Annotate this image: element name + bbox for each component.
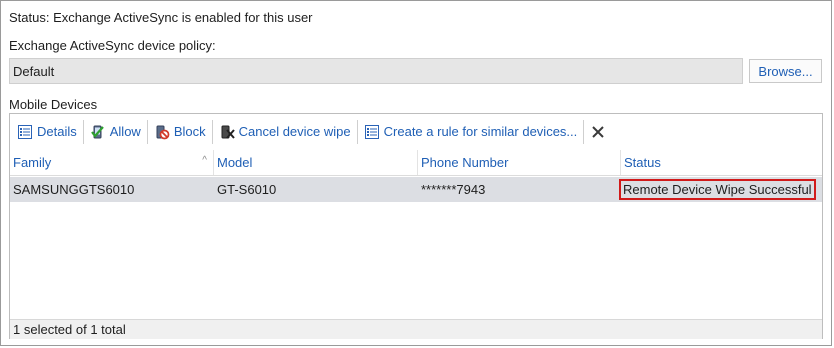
create-rule-label: Create a rule for similar devices... [383,124,578,139]
status-badge: Remote Device Wipe Successful [619,179,816,200]
cell-phone-number: *******7943 [421,182,486,197]
column-header-phone-number[interactable]: Phone Number [418,150,621,175]
column-header-label: Family [13,155,52,170]
column-header-label: Model [217,155,253,170]
allow-phone-icon [90,124,106,140]
cancel-wipe-label: Cancel device wipe [238,124,351,139]
cell-family: SAMSUNGGTS6010 [13,182,135,197]
mobile-devices-label: Mobile Devices [9,97,98,112]
cell-status: Remote Device Wipe Successful [619,177,822,202]
block-label: Block [173,124,206,139]
rule-list-icon [364,124,380,140]
toolbar-separator [583,119,585,144]
toolbar-separator [82,119,84,144]
create-rule-button[interactable]: Create a rule for similar devices... [359,118,583,146]
cancel-device-wipe-button[interactable]: Cancel device wipe [214,118,356,146]
allow-button[interactable]: Allow [85,118,146,146]
column-header-family[interactable]: Family ^ [10,150,214,175]
activesync-status-text: Status: Exchange ActiveSync is enabled f… [9,10,313,25]
devices-toolbar: Details Allow Block Cancel device wipe C… [10,114,822,149]
selection-count: 1 selected of 1 total [10,319,822,339]
close-icon [590,124,606,140]
policy-label: Exchange ActiveSync device policy: [9,38,216,53]
allow-label: Allow [109,124,141,139]
cancel-wipe-icon [219,124,235,140]
block-phone-icon [154,124,170,140]
details-icon [17,124,33,140]
mobile-devices-list: Details Allow Block Cancel device wipe C… [9,113,823,339]
cell-model: GT-S6010 [217,182,277,197]
details-button[interactable]: Details [12,118,82,146]
toolbar-separator [146,119,148,144]
policy-field: Default [9,58,743,84]
block-button[interactable]: Block [149,118,211,146]
column-header-status[interactable]: Status [621,150,822,175]
details-label: Details [37,124,77,139]
column-header-label: Status [624,155,661,170]
sort-ascending-icon: ^ [202,155,207,166]
remove-button[interactable] [585,118,615,146]
mobile-devices-panel: Status: Exchange ActiveSync is enabled f… [0,0,832,346]
table-row[interactable]: SAMSUNGGTS6010 GT-S6010 *******7943 Remo… [10,177,822,202]
column-header-label: Phone Number [421,155,509,170]
devices-grid-header: Family ^ Model Phone Number Status [10,150,822,176]
column-header-model[interactable]: Model [214,150,418,175]
toolbar-separator [211,119,213,144]
toolbar-separator [356,119,358,144]
browse-button[interactable]: Browse... [749,59,822,83]
